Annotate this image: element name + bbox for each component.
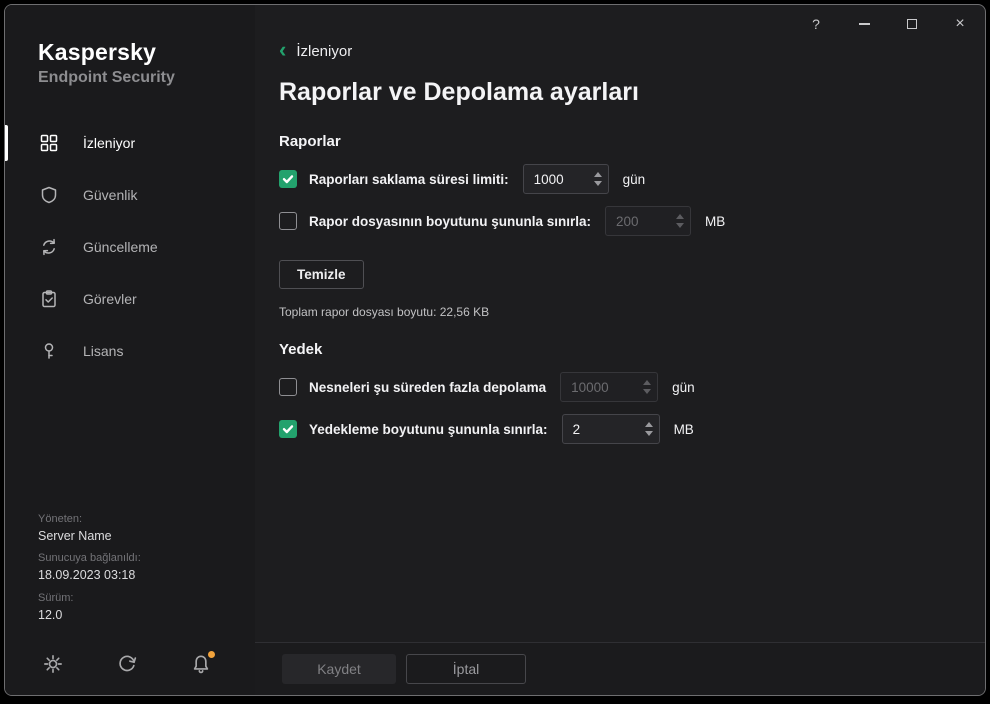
back-button[interactable]: ‹ İzleniyor (279, 37, 985, 62)
report-retention-input[interactable] (533, 171, 588, 187)
report-size-spinbox (605, 206, 692, 236)
connected-label: Sunucuya bağlanıldı: (38, 552, 141, 565)
sidebar-item-label: Güncelleme (83, 239, 158, 255)
backup-retention-checkbox[interactable] (279, 378, 297, 396)
report-retention-spinbox (522, 164, 609, 194)
notification-badge (208, 651, 215, 658)
main-content: ‹ İzleniyor Raporlar ve Depolama ayarlar… (255, 5, 985, 642)
brand-logo: Kaspersky Endpoint Security (5, 5, 255, 87)
spin-down-icon[interactable] (643, 389, 652, 394)
spinner-arrows (593, 172, 602, 186)
managed-by-label: Yöneten: (38, 513, 83, 525)
maximize-glyph (907, 19, 917, 29)
security-network-icon[interactable] (116, 653, 138, 675)
settings-gear-icon[interactable] (42, 653, 64, 675)
backup-size-unit: MB (673, 421, 694, 437)
spin-down-icon[interactable] (676, 223, 685, 228)
backup-retention-input[interactable] (571, 379, 638, 395)
version-label: Sürüm: (38, 591, 74, 604)
report-size-checkbox[interactable] (279, 212, 297, 230)
sidebar-item-izleniyor[interactable]: İzleniyor (5, 117, 255, 169)
sidebar-item-guvenlik[interactable]: Güvenlik (5, 169, 255, 221)
app-window: ? × Kaspersky Endpoint Security İzleniyo… (4, 4, 986, 696)
sidebar: Kaspersky Endpoint Security İzleniyor Gü… (5, 5, 255, 695)
total-report-size-text: Toplam rapor dosyası boyutu: 22,56 KB (279, 305, 490, 319)
sidebar-item-label: Lisans (83, 343, 124, 359)
page-title: Raporlar ve Depolama ayarları (279, 78, 639, 106)
active-indicator (5, 125, 8, 161)
report-retention-checkbox[interactable] (279, 170, 297, 188)
report-retention-label: Raporları saklama süresi limiti: (309, 171, 509, 187)
brand-name: Kaspersky (38, 39, 157, 65)
backup-retention-label: Nesneleri şu süreden fazla depolama (309, 379, 547, 395)
spin-up-icon[interactable] (644, 422, 653, 427)
backup-size-spinbox (561, 414, 660, 444)
backup-retention-spinbox (560, 372, 659, 402)
notifications-bell-icon[interactable] (190, 651, 215, 675)
window-controls: ? × (805, 13, 971, 35)
connected-value: 18.09.2023 03:18 (38, 568, 136, 583)
version-value: 12.0 (38, 607, 63, 622)
spin-up-icon[interactable] (676, 214, 685, 219)
clear-reports-button[interactable]: Temizle (279, 260, 364, 289)
sidebar-item-label: Görevler (83, 291, 137, 307)
backup-retention-row: Nesneleri şu süreden fazla depolama gün (279, 372, 985, 402)
help-icon[interactable]: ? (805, 13, 827, 35)
spin-down-icon[interactable] (644, 431, 653, 436)
report-size-row: Rapor dosyasının boyutunu şununla sınırl… (279, 206, 985, 236)
sidebar-bottom-icons (42, 651, 215, 675)
cancel-button[interactable]: İptal (406, 654, 526, 684)
report-size-label: Rapor dosyasının boyutunu şununla sınırl… (309, 213, 592, 229)
tasks-clipboard-icon (39, 289, 59, 309)
sidebar-item-guncelleme[interactable]: Güncelleme (5, 221, 255, 273)
license-key-icon (39, 341, 59, 361)
footer-action-bar: Kaydet İptal (255, 642, 985, 695)
sidebar-item-label: Güvenlik (83, 187, 138, 203)
minimize-glyph (858, 23, 870, 25)
save-button[interactable]: Kaydet (282, 654, 396, 684)
backup-size-input[interactable] (572, 421, 639, 437)
backup-heading: Yedek (279, 341, 323, 358)
back-chevron-icon: ‹ (279, 37, 287, 62)
report-retention-unit: gün (622, 171, 646, 187)
reports-heading: Raporlar (279, 133, 341, 150)
spin-up-icon[interactable] (593, 172, 602, 177)
spinner-arrows (643, 380, 652, 394)
back-label: İzleniyor (296, 43, 353, 60)
close-icon[interactable]: × (949, 13, 971, 35)
spin-down-icon[interactable] (593, 181, 602, 186)
report-size-unit: MB (705, 213, 726, 229)
spin-up-icon[interactable] (643, 380, 652, 385)
managed-by-value: Server Name (38, 528, 112, 543)
maximize-icon[interactable] (901, 13, 923, 35)
spinner-arrows (644, 422, 653, 436)
minimize-icon[interactable] (853, 13, 875, 35)
sidebar-nav: İzleniyor Güvenlik Güncelleme Görevler L… (5, 117, 255, 377)
sidebar-item-gorevler[interactable]: Görevler (5, 273, 255, 325)
server-info-block: Yöneten: Server Name Sunucuya bağlanıldı… (38, 513, 141, 623)
spinner-arrows (676, 214, 685, 228)
backup-size-label: Yedekleme boyutunu şununla sınırla: (309, 421, 548, 437)
report-retention-row: Raporları saklama süresi limiti: gün (279, 164, 985, 194)
backup-size-checkbox[interactable] (279, 420, 297, 438)
monitoring-grid-icon (39, 133, 59, 153)
brand-product: Endpoint Security (38, 69, 175, 86)
sidebar-item-label: İzleniyor (83, 135, 136, 151)
backup-size-row: Yedekleme boyutunu şununla sınırla: MB (279, 414, 985, 444)
update-refresh-icon (39, 237, 59, 257)
report-size-input[interactable] (616, 213, 671, 229)
sidebar-item-lisans[interactable]: Lisans (5, 325, 255, 377)
shield-icon (39, 185, 59, 205)
backup-retention-unit: gün (672, 379, 695, 395)
